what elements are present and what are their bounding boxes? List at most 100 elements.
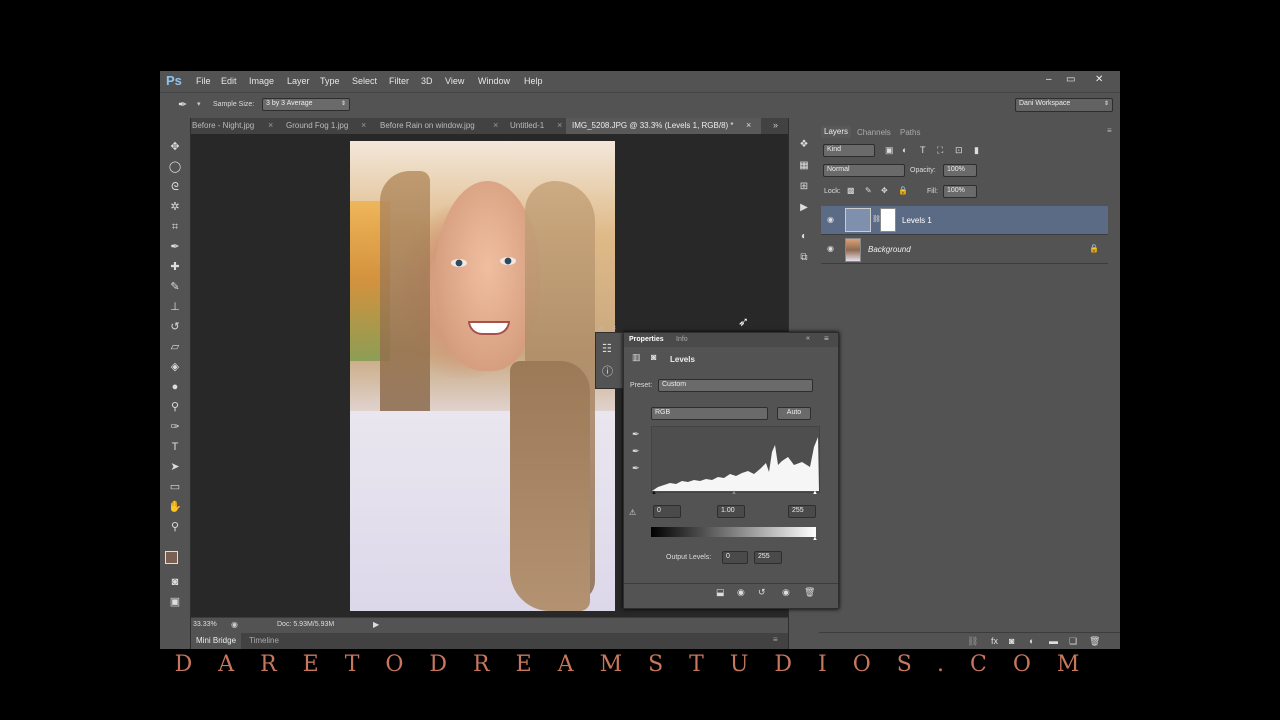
view-previous-icon[interactable]: ◉ — [737, 587, 745, 598]
tab-active-img5208[interactable]: IMG_5208.JPG @ 33.3% (Levels 1, RGB/8) * — [566, 118, 761, 134]
tab-properties[interactable]: Properties — [629, 336, 664, 343]
workspace-dropdown[interactable]: Dani Workspace ⇕ — [1015, 98, 1113, 112]
styles-panel-icon[interactable]: ⧉ — [797, 251, 811, 265]
lock-all-icon[interactable]: 🔒 — [898, 186, 908, 195]
lock-image-icon[interactable]: ✎ — [865, 186, 872, 195]
blur-tool-icon[interactable]: ● — [168, 380, 182, 394]
input-gamma-field[interactable]: 1.00 — [717, 505, 745, 518]
preset-dropdown[interactable]: Custom — [658, 379, 813, 392]
eyedropper-tool-icon[interactable]: ✒ — [178, 98, 187, 111]
menu-help[interactable]: Help — [524, 76, 543, 86]
actions-panel-icon[interactable]: ▶ — [797, 201, 811, 215]
panel-menu-icon[interactable]: ≡ — [773, 635, 778, 644]
menu-type[interactable]: Type — [320, 76, 340, 86]
output-black-field[interactable]: 0 — [722, 551, 748, 564]
tab-info[interactable]: Info — [676, 336, 688, 343]
delete-adjustment-icon[interactable]: 🗑 — [804, 587, 815, 598]
eyedropper-icon[interactable]: ✒ — [168, 240, 182, 254]
properties-panel-icon[interactable]: ☷ — [602, 342, 612, 355]
history-brush-icon[interactable]: ↺ — [168, 320, 182, 334]
hand-tool-icon[interactable]: ✋ — [168, 500, 182, 514]
white-point-eyedropper-icon[interactable]: ✒ — [632, 463, 640, 474]
dodge-tool-icon[interactable]: ⚲ — [168, 400, 182, 414]
menu-view[interactable]: View — [445, 76, 464, 86]
minimize-button[interactable]: – — [1046, 74, 1052, 85]
adjustments-panel-icon[interactable]: ◐ — [797, 230, 811, 244]
sample-size-dropdown[interactable]: 3 by 3 Average ⇕ — [262, 98, 350, 111]
link-layers-icon[interactable]: ⛓ — [967, 636, 978, 647]
delete-layer-icon[interactable]: 🗑 — [1089, 636, 1100, 647]
filter-toggle-icon[interactable]: ▮ — [974, 145, 979, 156]
new-layer-icon[interactable]: ❏ — [1069, 636, 1077, 647]
close-tab-icon[interactable]: × — [493, 120, 498, 130]
clone-stamp-icon[interactable]: ⊥ — [168, 300, 182, 314]
expand-icon[interactable]: » — [599, 325, 603, 332]
input-white-field[interactable]: 255 — [788, 505, 816, 518]
close-button[interactable]: ✕ — [1095, 74, 1103, 85]
zoom-level[interactable]: 33.33% — [193, 621, 217, 628]
filter-type-icon[interactable]: T — [920, 145, 926, 155]
close-tab-icon[interactable]: × — [268, 120, 273, 130]
swatches-panel-icon[interactable]: ▦ — [797, 159, 811, 173]
filter-smart-object-icon[interactable]: ⊡ — [955, 145, 963, 156]
visibility-eye-icon[interactable]: ◉ — [827, 215, 834, 224]
tool-preset-chevron-icon[interactable]: ▾ — [197, 100, 201, 108]
layer-mask-thumbnail[interactable] — [880, 208, 896, 232]
filter-pixel-icon[interactable]: ▣ — [885, 145, 894, 156]
layer-row-background[interactable]: ◉ Background 🔒 — [821, 235, 1108, 264]
opacity-input[interactable]: 100% — [943, 164, 977, 177]
collapse-icon[interactable]: « — [806, 335, 810, 342]
fill-input[interactable]: 100% — [943, 185, 977, 198]
input-white-slider[interactable]: ▲ — [812, 490, 818, 496]
menu-file[interactable]: File — [196, 76, 211, 86]
lock-position-icon[interactable]: ✥ — [881, 186, 888, 195]
eraser-tool-icon[interactable]: ▱ — [168, 340, 182, 354]
gray-point-eyedropper-icon[interactable]: ✒ — [632, 446, 640, 457]
rectangle-tool-icon[interactable]: ▭ — [168, 480, 182, 494]
reset-icon[interactable]: ↺ — [758, 587, 766, 598]
black-point-eyedropper-icon[interactable]: ✒ — [632, 429, 640, 440]
tab-timeline[interactable]: Timeline — [249, 636, 279, 645]
move-tool-icon[interactable]: ✥ — [168, 140, 182, 154]
menu-window[interactable]: Window — [478, 76, 510, 86]
path-selection-icon[interactable]: ➤ — [168, 460, 182, 474]
toggle-visibility-icon[interactable]: ◉ — [782, 587, 790, 598]
tab-paths[interactable]: Paths — [900, 128, 920, 137]
filter-adjustment-icon[interactable]: ◐ — [902, 145, 907, 155]
lasso-tool-icon[interactable]: ᘓ — [168, 180, 182, 194]
tab-before-rain[interactable]: Before Rain on window.jpg — [380, 121, 475, 130]
output-white-field[interactable]: 255 — [754, 551, 782, 564]
new-group-icon[interactable]: ▬ — [1049, 636, 1058, 646]
foreground-color-swatch[interactable] — [165, 551, 178, 564]
pen-tool-icon[interactable]: ✑ — [168, 420, 182, 434]
new-adjustment-icon[interactable]: ◐ — [1029, 636, 1034, 646]
portrait-photo[interactable] — [350, 141, 615, 611]
input-gamma-slider[interactable]: ▲ — [731, 490, 737, 496]
screen-mode-icon[interactable]: ▣ — [168, 595, 182, 609]
auto-button[interactable]: Auto — [777, 407, 811, 420]
calculate-histogram-icon[interactable]: ⚠ — [629, 508, 636, 517]
filter-shape-icon[interactable]: ⛶ — [937, 145, 943, 156]
brush-tool-icon[interactable]: ✎ — [168, 280, 182, 294]
layer-row-levels[interactable]: ◉ ⛓ Levels 1 — [821, 206, 1108, 235]
healing-brush-icon[interactable]: ✚ — [168, 260, 182, 274]
add-mask-icon[interactable]: ◙ — [1009, 636, 1014, 646]
clip-to-layer-icon[interactable]: ⬓ — [716, 587, 725, 598]
menu-3d[interactable]: 3D — [421, 76, 433, 86]
tab-before-night[interactable]: Before - Night.jpg — [192, 121, 254, 130]
paint-bucket-icon[interactable]: ◈ — [168, 360, 182, 374]
channel-dropdown[interactable]: RGB — [651, 407, 768, 420]
menu-select[interactable]: Select — [352, 76, 377, 86]
visibility-eye-icon[interactable]: ◉ — [827, 244, 834, 253]
filter-kind-dropdown[interactable]: Kind — [823, 144, 875, 157]
tab-ground-fog[interactable]: Ground Fog 1.jpg — [286, 121, 348, 130]
zoom-tool-icon[interactable]: ⚲ — [168, 520, 182, 534]
menu-layer[interactable]: Layer — [287, 76, 310, 86]
restore-button[interactable]: ▭ — [1066, 74, 1075, 85]
close-tab-icon[interactable]: × — [557, 120, 562, 130]
history-panel-icon[interactable]: ⊞ — [797, 180, 811, 194]
menu-filter[interactable]: Filter — [389, 76, 409, 86]
blend-mode-dropdown[interactable]: Normal — [823, 164, 905, 177]
tab-mini-bridge[interactable]: Mini Bridge — [191, 633, 241, 649]
input-black-field[interactable]: 0 — [653, 505, 681, 518]
